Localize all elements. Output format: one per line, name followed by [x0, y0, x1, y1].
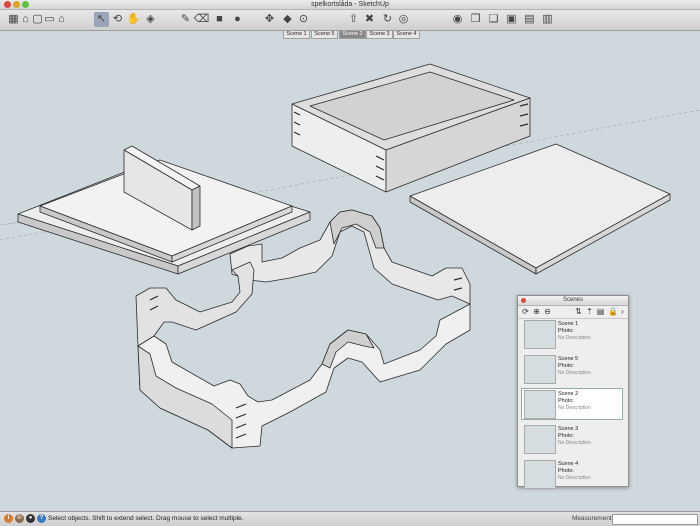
scene-description: No Description [558, 370, 591, 376]
scene-thumbnail [524, 390, 556, 419]
scene-name: Scene 4 [558, 461, 579, 467]
scene-thumbnail [524, 355, 556, 384]
scenes-close-button[interactable] [521, 298, 526, 303]
details-icon[interactable]: ⇡ [585, 307, 594, 316]
main-toolbar: ▦ ⌂ ▢ ▭ ⌂ ↖ ⟲ ✋ ◈ ✎ ⌫ ■ ● ✥ ◆ ⊙ ⇧ ✖ ↻ ◎ ◉ ❐ ❏ ▣ ▤ ▥ [0, 10, 700, 31]
scene-list-item[interactable]: Scene 4 Photo: No Description [521, 458, 623, 490]
zoom-extents-icon[interactable]: ◈ [143, 12, 158, 27]
outliner-icon[interactable]: ▤ [522, 12, 537, 27]
scenes-panel-title: Scenes [562, 297, 583, 303]
remove-scene-icon[interactable]: ⊖ [543, 307, 552, 316]
scene-photo-label: Photo: [558, 328, 574, 334]
move-icon[interactable]: ✥ [262, 12, 277, 27]
eraser-icon[interactable]: ⌫ [194, 12, 210, 27]
geo-location-icon[interactable]: i [4, 514, 13, 523]
circle-icon[interactable]: ● [230, 12, 245, 27]
scene-tab-2[interactable]: Scene 5 [311, 31, 338, 39]
rotate-icon[interactable]: ↻ [380, 12, 395, 27]
lock-icon[interactable]: 🔒 [608, 307, 618, 316]
tape-measure-icon[interactable]: ⊙ [296, 12, 311, 27]
pencil-icon[interactable]: ✎ [178, 12, 193, 27]
styles-icon[interactable]: ❏ [486, 12, 501, 27]
scene-description: No Description [558, 405, 591, 411]
scene-description: No Description [558, 475, 591, 481]
help-icon[interactable]: ? [37, 514, 46, 523]
rectangle-icon[interactable]: ■ [212, 12, 227, 27]
scene-tab-5[interactable]: Scene 4 [393, 31, 420, 39]
scene-thumbnail [524, 425, 556, 454]
scene-name: Scene 5 [558, 356, 579, 362]
push-pull-icon[interactable]: ⇧ [346, 12, 361, 27]
scene-tab-4[interactable]: Scene 3 [366, 31, 393, 39]
measurements-label: Measurements [572, 515, 615, 522]
components-icon[interactable]: ❐ [468, 12, 483, 27]
window-title: spelkortslåda - SketchUp [311, 1, 389, 8]
scene-photo-label: Photo: [558, 468, 574, 474]
scene-list-item[interactable]: Scene 1 Photo: No Description [521, 318, 623, 350]
scene-tab-3[interactable]: Scene 2 [339, 31, 366, 39]
pan-hand-icon[interactable]: ✋ [126, 12, 141, 27]
scene-thumbnail [524, 320, 556, 349]
status-message: Select objects. Shift to extend select. … [48, 515, 244, 522]
credits-icon[interactable]: © [15, 514, 24, 523]
user-icon[interactable]: ● [26, 514, 35, 523]
scene-description: No Description [558, 335, 591, 341]
move-scene-icon[interactable]: ⇅ [574, 307, 583, 316]
scenes-panel: Scenes ⟳ ⊕ ⊖ ⇅ ⇡ ▤ 🔒 › Scene 1 Photo: No D… [517, 295, 629, 489]
offset-icon[interactable]: ◎ [396, 12, 411, 27]
scene-tabs-bar: Scene 1 Scene 5 Scene 2 Scene 3 Scene 4 [0, 31, 700, 39]
scene-name: Scene 1 [558, 321, 579, 327]
orbit-icon[interactable]: ⟲ [110, 12, 125, 27]
update-scene-icon[interactable]: ⟳ [521, 307, 530, 316]
layers-icon[interactable]: ▣ [504, 12, 519, 27]
scale-icon[interactable]: ✖ [362, 12, 377, 27]
view-house-icon[interactable]: ⌂ [54, 12, 69, 27]
scene-tab-1[interactable]: Scene 1 [283, 31, 310, 39]
model-info-icon[interactable]: ◉ [450, 12, 465, 27]
scene-list-item[interactable]: Scene 3 Photo: No Description [521, 423, 623, 455]
view-options-icon[interactable]: ▤ [596, 307, 605, 316]
scene-name: Scene 3 [558, 426, 579, 432]
scenes-panel-title-bar: Scenes [518, 296, 628, 306]
measurements-input[interactable] [612, 514, 698, 525]
scene-list-item[interactable]: Scene 5 Photo: No Description [521, 353, 623, 385]
add-scene-icon[interactable]: ⊕ [532, 307, 541, 316]
expand-icon[interactable]: › [618, 307, 627, 316]
scene-photo-label: Photo: [558, 398, 574, 404]
paint-bucket-icon[interactable]: ◆ [280, 12, 295, 27]
scenes-list: Scene 1 Photo: No Description Scene 5 Photo:… [521, 318, 623, 493]
scene-description: No Description [558, 440, 591, 446]
scene-list-item[interactable]: Scene 2 Photo: No Description [521, 388, 623, 420]
scenes-icon[interactable]: ▥ [540, 12, 555, 27]
select-arrow-icon[interactable]: ↖ [94, 12, 109, 27]
status-bar: i © ● ? Select objects. Shift to extend … [0, 511, 700, 526]
scene-photo-label: Photo: [558, 433, 574, 439]
scene-photo-label: Photo: [558, 363, 574, 369]
scene-name: Scene 2 [558, 391, 579, 397]
title-bar: spelkortslåda - SketchUp [0, 0, 700, 10]
base-plate-with-divider[interactable] [17, 145, 311, 275]
scene-thumbnail [524, 460, 556, 489]
